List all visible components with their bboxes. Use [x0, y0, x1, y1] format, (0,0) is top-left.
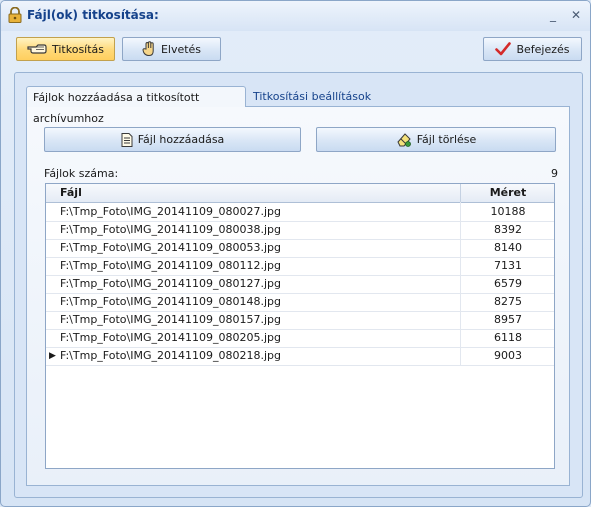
encrypt-button-label: Titkosítás: [51, 42, 105, 56]
table-row[interactable]: F:\Tmp_Foto\IMG_20141109_080205.jpg 6118: [46, 329, 554, 348]
cell-size: 8392: [460, 221, 555, 239]
add-file-button[interactable]: Fájl hozzáadása: [44, 127, 301, 152]
cell-file: F:\Tmp_Foto\IMG_20141109_080148.jpg: [60, 295, 281, 308]
table-row[interactable]: F:\Tmp_Foto\IMG_20141109_080112.jpg 7131: [46, 257, 554, 276]
table-row-current[interactable]: ▶ F:\Tmp_Foto\IMG_20141109_080218.jpg 90…: [46, 347, 554, 366]
dialog-window: Fájl(ok) titkosítása: _ ✕ Titkosítás Elv…: [0, 0, 591, 507]
grid-header: Fájl Méret: [46, 184, 554, 203]
table-row[interactable]: F:\Tmp_Foto\IMG_20141109_080038.jpg 8392: [46, 221, 554, 240]
window-title: Fájl(ok) titkosítása:: [27, 8, 159, 22]
cell-file: F:\Tmp_Foto\IMG_20141109_080205.jpg: [60, 331, 281, 344]
file-count-label: Fájlok száma:: [44, 167, 119, 180]
delete-file-button[interactable]: Fájl törlése: [316, 127, 556, 152]
file-grid[interactable]: Fájl Méret F:\Tmp_Foto\IMG_20141109_0800…: [45, 183, 555, 469]
document-icon: [121, 132, 133, 147]
cell-size: 10188: [460, 203, 555, 221]
close-button[interactable]: ✕: [567, 7, 585, 23]
cell-size: 8140: [460, 239, 555, 257]
current-row-indicator-icon: ▶: [49, 351, 56, 361]
title-bar: Fájl(ok) titkosítása: _ ✕: [1, 1, 590, 31]
cell-file: F:\Tmp_Foto\IMG_20141109_080127.jpg: [60, 277, 281, 290]
cell-size: 7131: [460, 257, 555, 275]
finish-button-label: Befejezés: [516, 42, 570, 56]
checkmark-icon: [495, 42, 512, 56]
cell-size: 6579: [460, 275, 555, 293]
table-row[interactable]: F:\Tmp_Foto\IMG_20141109_080053.jpg 8140: [46, 239, 554, 258]
cell-file: F:\Tmp_Foto\IMG_20141109_080053.jpg: [60, 241, 281, 254]
add-file-button-label: Fájl hozzáadása: [137, 133, 225, 146]
cell-file: F:\Tmp_Foto\IMG_20141109_080027.jpg: [60, 205, 281, 218]
raised-hand-icon: [142, 41, 154, 57]
table-row[interactable]: F:\Tmp_Foto\IMG_20141109_080157.jpg 8957: [46, 311, 554, 330]
cell-size: 8957: [460, 311, 555, 329]
table-row[interactable]: F:\Tmp_Foto\IMG_20141109_080127.jpg 6579: [46, 275, 554, 294]
file-count-value: 9: [551, 167, 558, 180]
table-row[interactable]: F:\Tmp_Foto\IMG_20141109_080027.jpg 1018…: [46, 203, 554, 222]
discard-button[interactable]: Elvetés: [122, 37, 221, 61]
table-row[interactable]: F:\Tmp_Foto\IMG_20141109_080148.jpg 8275: [46, 293, 554, 312]
encrypt-button[interactable]: Titkosítás: [16, 37, 115, 61]
column-header-size[interactable]: Méret: [460, 184, 555, 202]
eraser-icon: [397, 132, 411, 147]
minimize-button[interactable]: _: [544, 7, 562, 23]
cell-file: F:\Tmp_Foto\IMG_20141109_080112.jpg: [60, 259, 281, 272]
cell-file: F:\Tmp_Foto\IMG_20141109_080218.jpg: [60, 349, 281, 362]
finish-button[interactable]: Befejezés: [483, 37, 582, 61]
tab-add-files[interactable]: Fájlok hozzáadása a titkosított archívum…: [26, 86, 246, 125]
cell-file: F:\Tmp_Foto\IMG_20141109_080038.jpg: [60, 223, 281, 236]
cell-size: 6118: [460, 329, 555, 347]
column-header-file[interactable]: Fájl: [60, 186, 82, 199]
discard-button-label: Elvetés: [160, 42, 202, 56]
delete-file-button-label: Fájl törlése: [416, 133, 477, 146]
cell-size: 9003: [460, 347, 555, 365]
lock-icon: [8, 7, 22, 23]
tab-encryption-settings[interactable]: Titkosítási beállítások: [247, 86, 377, 107]
pointing-hand-icon: [27, 44, 47, 54]
cell-size: 8275: [460, 293, 555, 311]
cell-file: F:\Tmp_Foto\IMG_20141109_080157.jpg: [60, 313, 281, 326]
